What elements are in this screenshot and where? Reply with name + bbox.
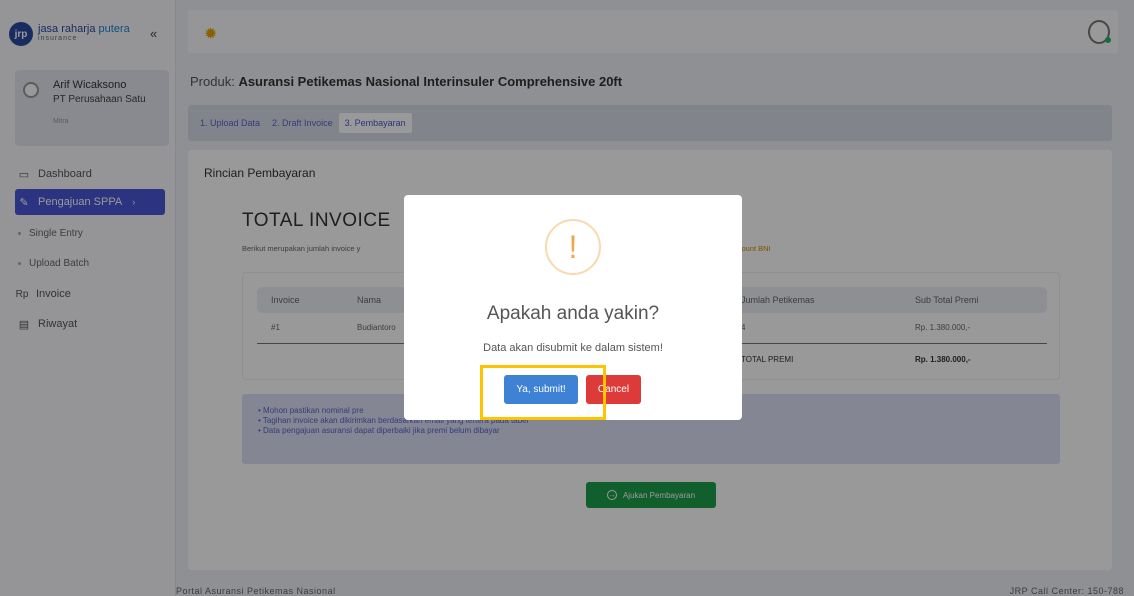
dialog-text: Data akan disubmit ke dalam sistem! — [483, 342, 663, 354]
warning-icon: ! — [545, 219, 601, 275]
dialog-title: Apakah anda yakin? — [486, 303, 660, 324]
highlight-box — [480, 365, 606, 420]
